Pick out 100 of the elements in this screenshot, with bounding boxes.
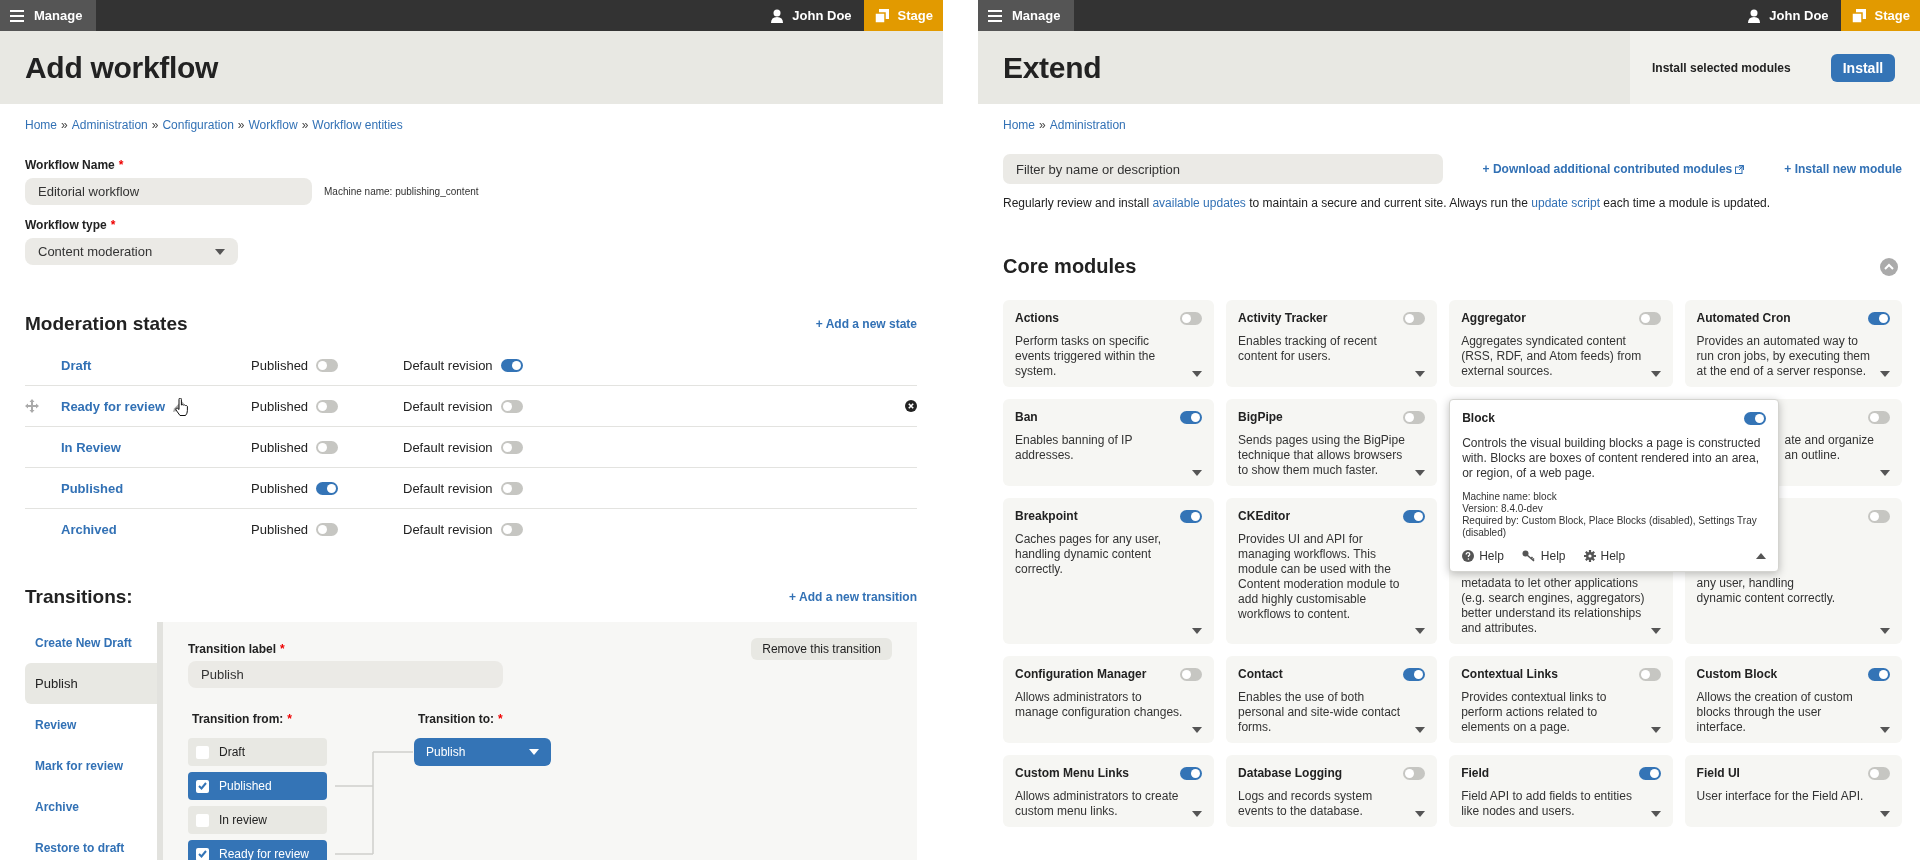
- breadcrumb-link[interactable]: Configuration: [162, 118, 234, 132]
- toggle-switch[interactable]: [316, 440, 339, 454]
- select-field[interactable]: Content moderation: [25, 238, 238, 265]
- caret-down-icon[interactable]: [1415, 628, 1426, 634]
- toggle-switch[interactable]: [1638, 667, 1661, 681]
- caret-down-icon[interactable]: [1192, 371, 1203, 377]
- state-link[interactable]: Ready for review: [61, 398, 166, 414]
- toggle-switch[interactable]: [1868, 311, 1890, 325]
- caret-down-icon[interactable]: [1650, 371, 1661, 377]
- text-field[interactable]: Editorial workflow: [25, 178, 312, 205]
- toggle-switch[interactable]: [1180, 410, 1203, 424]
- caret-down-icon[interactable]: [1650, 628, 1661, 634]
- caret-down-icon[interactable]: [1415, 727, 1426, 733]
- manage-button[interactable]: Manage: [0, 0, 97, 31]
- external-link[interactable]: + Download additional contributed modules: [1482, 162, 1745, 176]
- breadcrumb-link[interactable]: Administration: [71, 118, 148, 132]
- toggle-switch[interactable]: [1403, 410, 1426, 424]
- add-transition-link[interactable]: + Add a new transition: [789, 590, 917, 604]
- caret-up-icon[interactable]: [1756, 553, 1767, 559]
- field-label: Transition label *: [188, 642, 286, 656]
- toggle-switch[interactable]: [1403, 667, 1426, 681]
- transition-tab[interactable]: Restore to draft: [25, 827, 157, 860]
- transition-tab[interactable]: Archive: [25, 786, 157, 827]
- toggle-switch[interactable]: [1180, 667, 1203, 681]
- caret-down-icon[interactable]: [1415, 470, 1426, 476]
- transition-tab[interactable]: Publish: [25, 663, 157, 704]
- breadcrumb-separator: »: [301, 118, 309, 132]
- link[interactable]: + Install new module: [1784, 162, 1902, 176]
- add-state-link[interactable]: + Add a new state: [815, 317, 917, 331]
- caret-down-icon[interactable]: [1415, 371, 1426, 377]
- transition-tab[interactable]: Mark for review: [25, 745, 157, 786]
- toggle-switch[interactable]: [1180, 311, 1203, 325]
- drag-handle-icon[interactable]: [25, 399, 39, 413]
- caret-down-icon[interactable]: [1880, 371, 1890, 377]
- toggle-switch[interactable]: [316, 523, 339, 536]
- state-link[interactable]: Archived: [61, 522, 117, 537]
- toggle-switch[interactable]: [500, 523, 523, 536]
- select-field[interactable]: Publish: [414, 738, 551, 766]
- toggle-switch[interactable]: [1638, 311, 1661, 325]
- state-link[interactable]: In Review: [61, 439, 121, 455]
- link[interactable]: update script: [1531, 196, 1600, 210]
- toggle-switch[interactable]: [500, 399, 523, 413]
- toggle-switch[interactable]: [1868, 766, 1890, 780]
- help-link[interactable]: Help: [1521, 549, 1566, 563]
- module-description: (e.g. search engines, aggregators): [1461, 591, 1645, 606]
- toggle-switch[interactable]: [500, 358, 523, 372]
- checkbox-option[interactable]: In review: [188, 806, 327, 834]
- breadcrumb-link[interactable]: Home: [1003, 118, 1035, 132]
- toggle-switch[interactable]: [1868, 410, 1890, 424]
- external-link-icon[interactable]: [1735, 164, 1745, 174]
- toggle-switch[interactable]: [1744, 411, 1767, 425]
- module-description: Controls the visual building blocks a page is constructed with. Blocks are boxes of content rendered into an area, or region, of a web page.: [1462, 436, 1762, 481]
- state-link[interactable]: Published: [61, 480, 124, 496]
- caret-down-icon[interactable]: [1192, 811, 1203, 817]
- manage-button[interactable]: Manage: [978, 0, 1075, 31]
- toggle-switch[interactable]: [1403, 766, 1426, 780]
- breadcrumb-link[interactable]: Workflow: [248, 118, 298, 132]
- caret-down-icon[interactable]: [1880, 811, 1890, 817]
- state-link[interactable]: Draft: [61, 357, 92, 373]
- caret-down-icon[interactable]: [1650, 811, 1661, 817]
- text-field[interactable]: Publish: [188, 661, 503, 688]
- link[interactable]: available updates: [1152, 196, 1246, 210]
- toggle-switch[interactable]: [500, 440, 523, 454]
- toggle-switch[interactable]: [316, 399, 339, 413]
- caret-down-icon[interactable]: [1415, 811, 1426, 817]
- checkbox-option[interactable]: Draft: [188, 738, 327, 766]
- toggle-switch[interactable]: [1403, 509, 1426, 523]
- checkbox-option[interactable]: Ready for review: [188, 840, 327, 860]
- toggle-switch[interactable]: [1403, 311, 1426, 325]
- toggle-switch[interactable]: [1868, 667, 1890, 681]
- toggle-switch[interactable]: [1180, 766, 1203, 780]
- caret-down-icon[interactable]: [529, 749, 539, 755]
- toggle-switch[interactable]: [1180, 509, 1203, 523]
- user-menu[interactable]: John Doe: [1736, 0, 1841, 31]
- transition-tab[interactable]: Review: [25, 704, 157, 745]
- caret-down-icon[interactable]: [1192, 470, 1203, 476]
- caret-down-icon[interactable]: [1192, 628, 1203, 634]
- search-field[interactable]: Filter by name or description: [1003, 154, 1443, 184]
- transition-tab[interactable]: Create New Draft: [25, 622, 157, 663]
- caret-down-icon[interactable]: [1880, 727, 1890, 733]
- breadcrumb-link[interactable]: Workflow entities: [312, 118, 403, 132]
- remove-transition-button[interactable]: Remove this transition: [751, 638, 892, 660]
- checkbox-option[interactable]: Published: [188, 772, 327, 800]
- caret-down-icon[interactable]: [1192, 727, 1203, 733]
- breadcrumb-link[interactable]: Home: [25, 118, 57, 132]
- caret-down-icon[interactable]: [1650, 727, 1661, 733]
- toggle-switch[interactable]: [1638, 766, 1661, 780]
- caret-down-icon[interactable]: [1880, 628, 1890, 634]
- toggle-switch[interactable]: [316, 481, 339, 495]
- caret-down-icon[interactable]: [1880, 470, 1890, 476]
- install-button[interactable]: Install: [1830, 53, 1896, 82]
- user-menu[interactable]: John Doe: [759, 0, 864, 31]
- toggle-switch[interactable]: [316, 358, 339, 372]
- help-link[interactable]: Help: [1583, 549, 1626, 563]
- breadcrumb-link[interactable]: Administration: [1049, 118, 1126, 132]
- toggle-switch[interactable]: [1868, 509, 1890, 523]
- toggle-switch[interactable]: [500, 481, 523, 495]
- help-link[interactable]: Help: [1462, 549, 1504, 563]
- caret-down-icon[interactable]: [215, 248, 225, 255]
- remove-icon[interactable]: [905, 400, 917, 412]
